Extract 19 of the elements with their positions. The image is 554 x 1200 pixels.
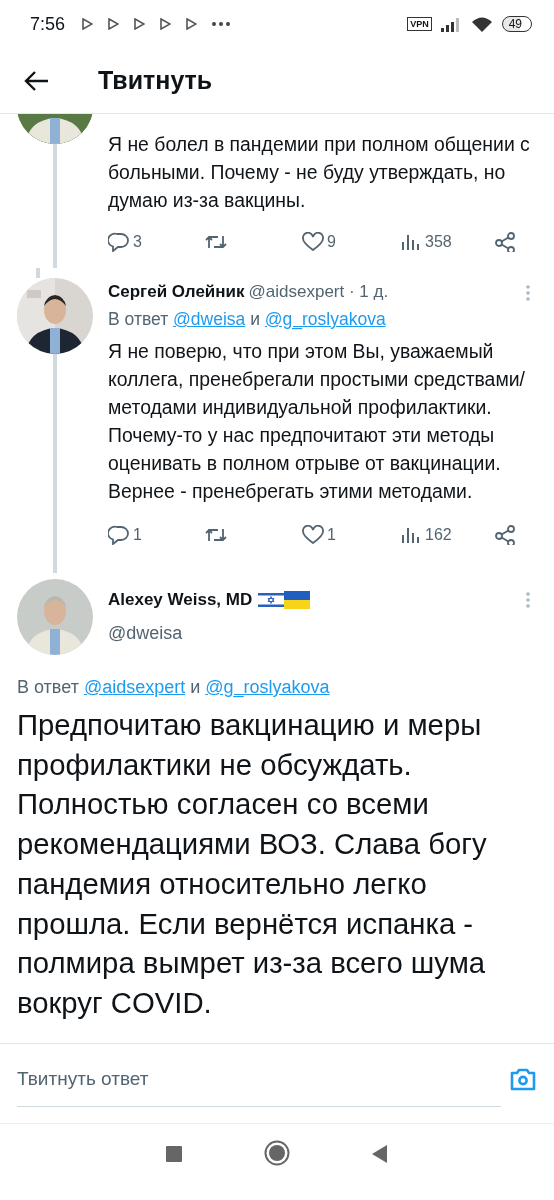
author-name: Сергей Олейник xyxy=(108,281,245,304)
views-button[interactable]: 162 xyxy=(400,523,495,547)
reply-button[interactable]: 3 xyxy=(108,230,205,254)
status-time: 7:56 xyxy=(30,12,66,36)
tweet-text: Я не болел в пандемии при полном общении с больными. Почему - не буду утверждать, но думаю из-за вакцины. xyxy=(108,132,531,213)
author-handle: @dweisa xyxy=(108,622,184,646)
reply-context: В ответ @dweisa и @g_roslyakova xyxy=(108,308,387,332)
reply-context: В ответ @aidsexpert и @g_roslyakova xyxy=(16,676,331,700)
tweet-text: Предпочитаю вакцинацию и меры профилактики не обсуждать. Полностью согласен со всеми рекомендациями ВОЗ. Слава богу пандемия относительно легко прошла. Если вернётся испанка - полмира вымрет из-за всего шума вокруг COVID. xyxy=(16,707,488,1021)
views-button[interactable]: 358 xyxy=(400,230,495,254)
like-button[interactable]: 1 xyxy=(302,523,400,547)
tweet-text: Я не поверю, что при этом Вы, уважаемый коллега, пренебрегали простыми средствами/методами индивидуальной профилактики. Почему-то у нас предпочитают эти методы оценивать в полном отрыве от вакцинации. Вернее - пренебрегать этими методами. xyxy=(108,339,526,504)
author-name: Alexey Weiss, MD xyxy=(108,588,253,611)
vpn-indicator: VPN xyxy=(407,17,432,31)
reply-button[interactable]: 1 xyxy=(108,523,205,547)
page-title: Твитнуть xyxy=(98,64,213,96)
battery-indicator: 49 xyxy=(501,16,532,32)
author-meta: @aidsexpert · 1 д. xyxy=(248,281,390,304)
like-button[interactable]: 9 xyxy=(302,230,400,254)
